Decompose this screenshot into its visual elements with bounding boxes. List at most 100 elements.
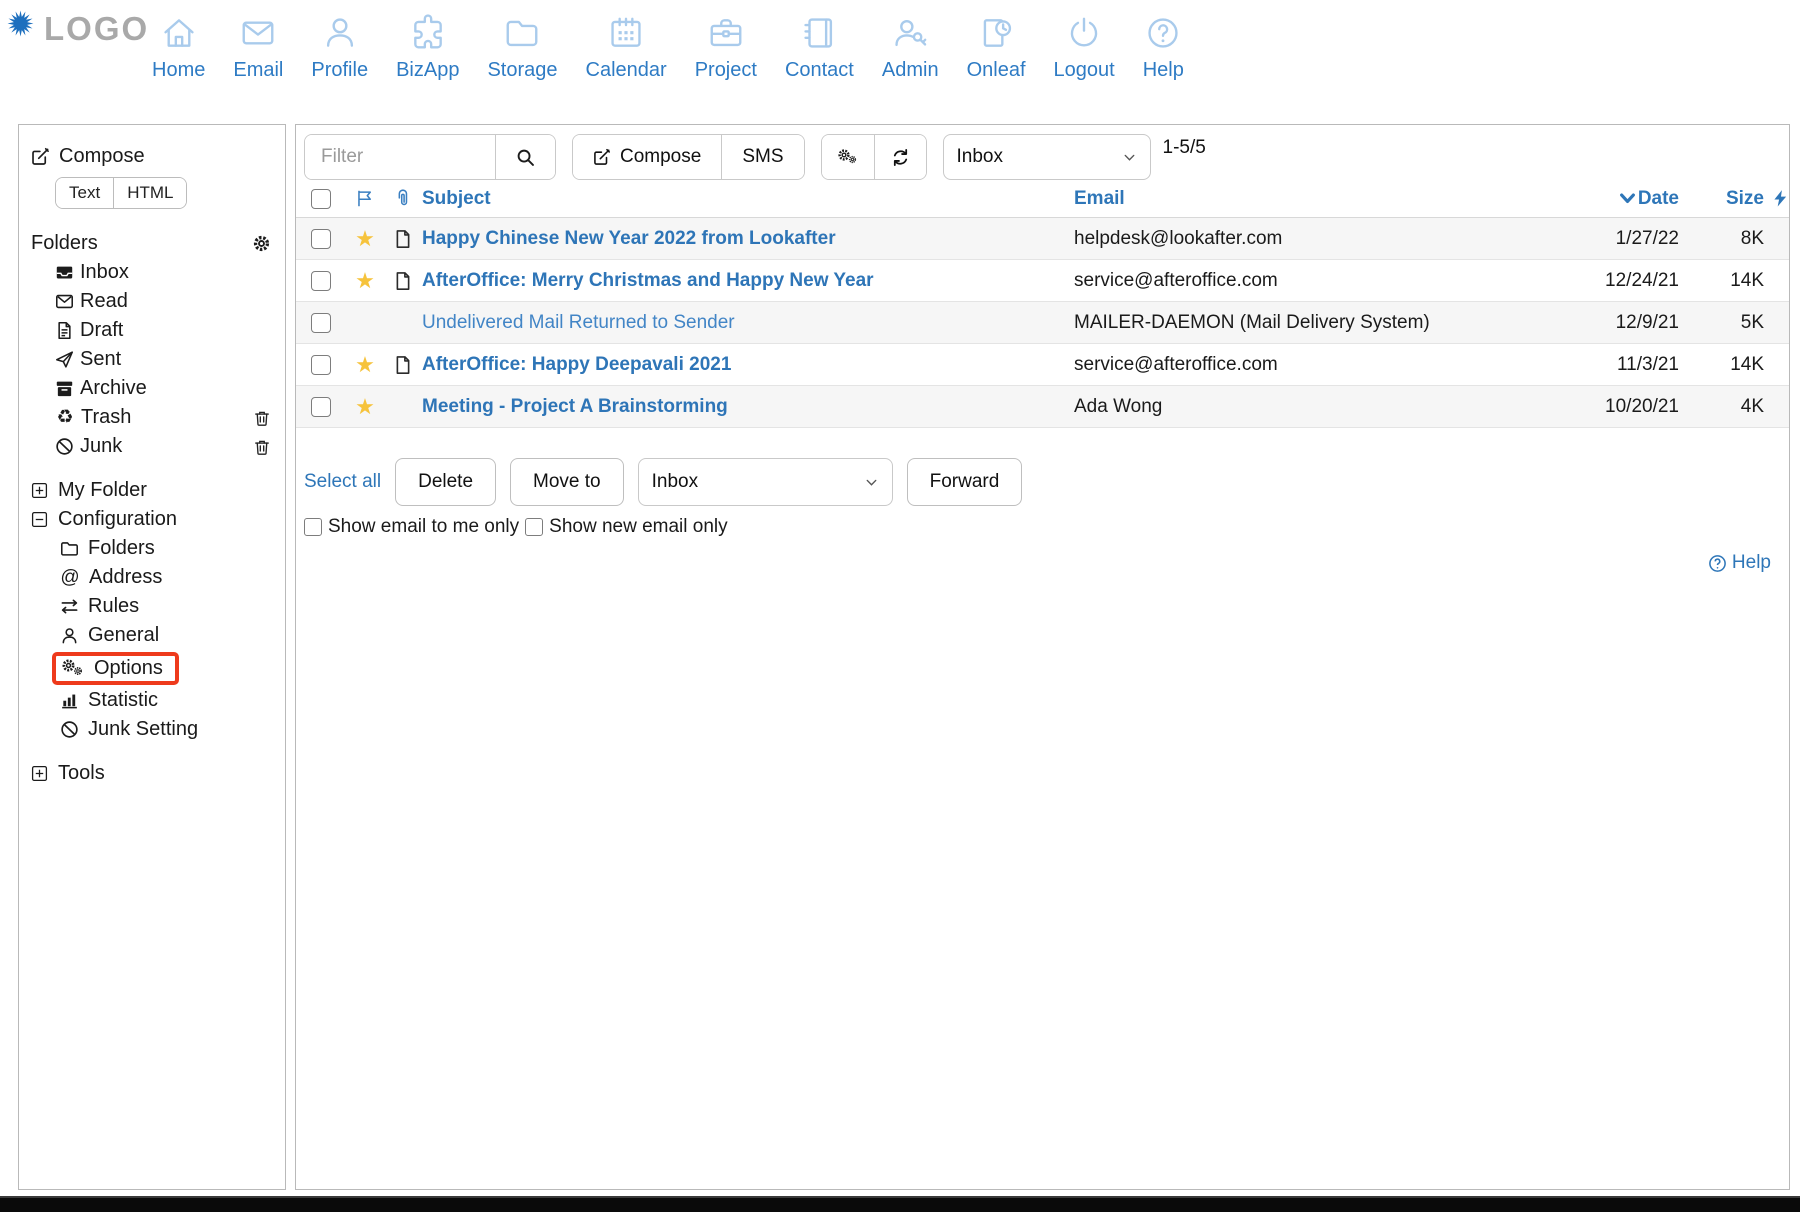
show-new-email-checkbox[interactable] [525,518,543,536]
row-checkbox[interactable] [311,355,331,375]
folder-label: Read [80,290,128,313]
nav-contact[interactable]: Contact [785,14,854,82]
help-link[interactable]: Help [296,552,1771,574]
empty-trash-icon[interactable] [253,409,271,427]
email-column-header[interactable]: Email [1074,188,1534,210]
sidebar-item-address[interactable]: @Address [31,563,271,592]
mailbox-selected-value: Inbox [957,146,1003,168]
nav-project[interactable]: Project [695,14,757,82]
nav-onleaf[interactable]: Onleaf [967,14,1026,82]
show-email-to-me-option[interactable]: Show email to me only [304,516,519,538]
compose-html-button[interactable]: HTML [113,178,186,208]
folders-settings-gear-icon[interactable] [252,234,271,253]
compose-button[interactable]: Compose [573,135,721,179]
sidebar-item-trash[interactable]: ♻Trash [31,403,271,432]
puzzle-icon [409,14,447,52]
collapse-minus-icon[interactable] [31,511,48,528]
sidebar-item-draft[interactable]: Draft [31,316,271,345]
attachment-column-icon[interactable] [394,189,413,208]
attachment-page-icon [393,229,413,249]
email-size: 14K [1679,270,1764,292]
star-icon[interactable]: ★ [355,354,375,376]
sidebar-item-rules[interactable]: Rules [31,592,271,621]
subject-column-header[interactable]: Subject [422,188,1074,210]
table-row[interactable]: ★ AfterOffice: Happy Deepavali 2021 serv… [296,344,1789,386]
nav-email[interactable]: Email [233,14,283,82]
sidebar-item-tools[interactable]: Tools [31,759,271,788]
sidebar-item-my-folder[interactable]: My Folder [31,476,271,505]
row-checkbox[interactable] [311,397,331,417]
forward-button[interactable]: Forward [907,458,1023,506]
expand-plus-icon[interactable] [31,765,48,782]
config-label: Address [89,566,162,589]
star-icon[interactable]: ★ [355,396,375,418]
row-checkbox[interactable] [311,313,331,333]
nav-bizapp[interactable]: BizApp [396,14,459,82]
delete-button[interactable]: Delete [395,458,496,506]
nav-label: Calendar [586,59,667,82]
bulk-actions-bar: Select all Delete Move to Inbox Forward [304,458,1789,506]
search-button[interactable] [495,135,555,179]
compose-text-button[interactable]: Text [56,178,113,208]
sidebar-item-read[interactable]: Read [31,287,271,316]
nav-help[interactable]: Help [1143,14,1184,82]
email-size: 14K [1679,354,1764,376]
sidebar-item-inbox[interactable]: Inbox [31,258,271,287]
empty-junk-icon[interactable] [253,438,271,456]
size-column-header[interactable]: Size [1679,188,1764,210]
sms-button[interactable]: SMS [721,135,803,179]
nav-calendar[interactable]: Calendar [586,14,667,82]
select-all-link[interactable]: Select all [304,471,381,493]
nav-home[interactable]: Home [152,14,205,82]
email-size: 8K [1679,228,1764,250]
table-row[interactable]: ★ Happy Chinese New Year 2022 from Looka… [296,218,1789,260]
sidebar-item-configuration[interactable]: Configuration [31,505,271,534]
sidebar-item-config-folders[interactable]: Folders [31,534,271,563]
show-email-to-me-checkbox[interactable] [304,518,322,536]
email-subject-link[interactable]: AfterOffice: Merry Christmas and Happy N… [422,270,874,291]
filter-label: Show email to me only [328,516,519,538]
nav-profile[interactable]: Profile [311,14,368,82]
person-outline-icon [60,626,79,645]
row-checkbox[interactable] [311,271,331,291]
email-subject-link[interactable]: AfterOffice: Happy Deepavali 2021 [422,354,731,375]
refresh-button[interactable] [874,135,926,179]
sidebar-item-options[interactable]: Options [31,650,271,686]
sidebar-item-general[interactable]: General [31,621,271,650]
filter-input[interactable] [305,135,495,179]
nav-label: Help [1143,59,1184,82]
table-row[interactable]: Undelivered Mail Returned to Sender MAIL… [296,302,1789,344]
table-row[interactable]: ★ Meeting - Project A Brainstorming Ada … [296,386,1789,428]
priority-bolt-icon[interactable] [1773,190,1788,207]
email-subject-link[interactable]: Happy Chinese New Year 2022 from Lookaft… [422,228,836,249]
list-settings-button[interactable] [822,135,874,179]
move-to-button[interactable]: Move to [510,458,624,506]
select-all-checkbox[interactable] [311,189,331,209]
sidebar-compose[interactable]: Compose [31,141,271,171]
sidebar-item-statistic[interactable]: Statistic [31,686,271,715]
flag-column-icon[interactable] [356,189,375,208]
sidebar-item-junk[interactable]: Junk [31,432,271,461]
sidebar-item-junk-setting[interactable]: Junk Setting [31,715,271,744]
table-row[interactable]: ★ AfterOffice: Merry Christmas and Happy… [296,260,1789,302]
expand-plus-icon[interactable] [31,482,48,499]
show-new-email-option[interactable]: Show new email only [525,516,727,538]
email-subject-link[interactable]: Undelivered Mail Returned to Sender [422,312,735,333]
star-icon[interactable]: ★ [355,228,375,250]
nav-admin[interactable]: Admin [882,14,939,82]
bottom-window-edge [0,1196,1800,1212]
person-icon [321,14,359,52]
email-sender: service@afteroffice.com [1074,270,1534,292]
move-target-select[interactable]: Inbox [638,458,893,506]
sidebar-item-sent[interactable]: Sent [31,345,271,374]
mailbox-select[interactable]: Inbox [943,134,1151,180]
star-icon[interactable]: ★ [355,270,375,292]
row-checkbox[interactable] [311,229,331,249]
sidebar-item-archive[interactable]: Archive [31,374,271,403]
nav-storage[interactable]: Storage [487,14,557,82]
email-subject-link[interactable]: Meeting - Project A Brainstorming [422,396,728,417]
compose-button-label: Compose [620,146,701,168]
nav-logout[interactable]: Logout [1054,14,1115,82]
date-column-header[interactable]: Date [1534,188,1679,210]
config-label: Rules [88,595,139,618]
